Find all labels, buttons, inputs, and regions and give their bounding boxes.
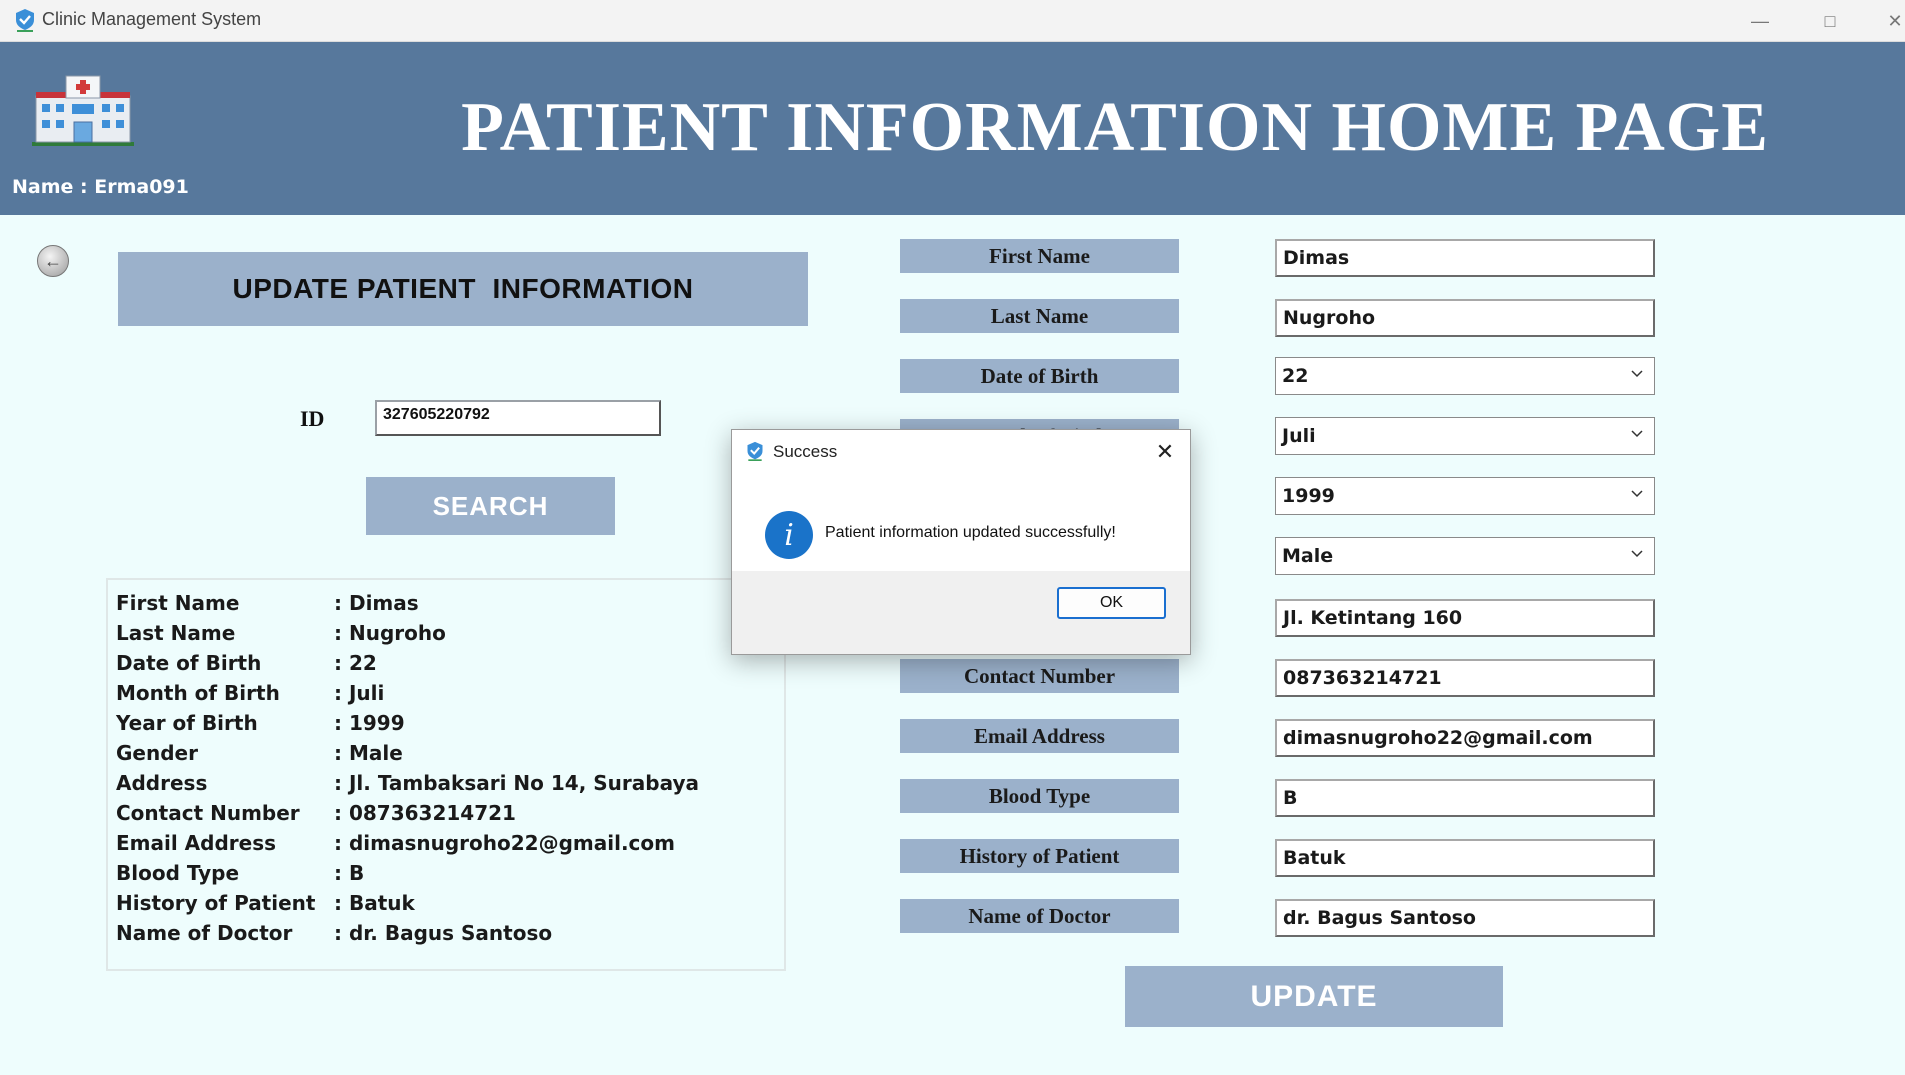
first-name-label: First Name — [900, 239, 1179, 273]
month-select-value: Juli — [1282, 425, 1316, 447]
history-input[interactable]: Batuk — [1275, 839, 1655, 877]
page-title: PATIENT INFORMATION HOME PAGE — [461, 89, 1769, 166]
window-titlebar — [0, 0, 1905, 42]
dialog-title: Success — [773, 442, 838, 461]
minimize-button[interactable]: — — [1731, 0, 1789, 42]
update-button[interactable]: UPDATE — [1125, 966, 1503, 1027]
contact-number-input[interactable]: 087363214721 — [1275, 659, 1655, 697]
success-dialog: Success ✕ i Patient information updated … — [731, 429, 1191, 655]
chevron-down-icon — [1631, 490, 1643, 498]
day-select[interactable]: 22 — [1275, 357, 1655, 395]
window-title: Clinic Management System — [42, 9, 262, 29]
maximize-button[interactable]: □ — [1801, 0, 1859, 42]
gender-select[interactable]: Male — [1275, 537, 1655, 575]
dialog-body: i Patient information updated successful… — [732, 474, 1190, 571]
month-select[interactable]: Juli — [1275, 417, 1655, 455]
app-logo-icon — [16, 9, 34, 32]
dialog-footer: OK — [732, 571, 1190, 654]
day-select-value: 22 — [1282, 365, 1309, 387]
hospital-icon — [32, 75, 134, 146]
dialog-titlebar: Success ✕ — [732, 430, 1190, 474]
close-window-button[interactable]: ✕ — [1866, 0, 1905, 42]
back-arrow-icon[interactable]: ← — [37, 245, 69, 277]
last-name-input[interactable]: Nugroho — [1275, 299, 1655, 337]
app-logo-icon — [747, 441, 763, 461]
email-address-input[interactable]: dimasnugroho22@gmail.com — [1275, 719, 1655, 757]
blood-type-input[interactable]: B — [1275, 779, 1655, 817]
close-icon[interactable]: ✕ — [1150, 437, 1180, 467]
address-input[interactable]: Jl. Ketintang 160 — [1275, 599, 1655, 637]
last-name-label: Last Name — [900, 299, 1179, 333]
history-label: History of Patient — [900, 839, 1179, 873]
gender-select-value: Male — [1282, 545, 1334, 567]
user-name-label: Name : Erma091 — [12, 176, 189, 198]
first-name-input[interactable]: Dimas — [1275, 239, 1655, 277]
section-title: UPDATE PATIENT INFORMATION — [118, 252, 808, 326]
contact-number-label: Contact Number — [900, 659, 1179, 693]
email-address-label: Email Address — [900, 719, 1179, 753]
chevron-down-icon — [1631, 430, 1643, 438]
dialog-message: Patient information updated successfully… — [825, 524, 1116, 541]
id-label: ID — [300, 406, 325, 431]
date-of-birth-label: Date of Birth — [900, 359, 1179, 393]
year-select[interactable]: 1999 — [1275, 477, 1655, 515]
chevron-down-icon — [1631, 550, 1643, 558]
doctor-label: Name of Doctor — [900, 899, 1179, 933]
search-button[interactable]: SEARCH — [366, 477, 615, 535]
year-select-value: 1999 — [1282, 485, 1335, 507]
blood-type-label: Blood Type — [900, 779, 1179, 813]
chevron-down-icon — [1631, 370, 1643, 378]
ok-button[interactable]: OK — [1057, 587, 1166, 619]
id-input[interactable]: 327605220792 — [375, 400, 661, 436]
doctor-input[interactable]: dr. Bagus Santoso — [1275, 899, 1655, 937]
info-icon: i — [765, 511, 813, 559]
